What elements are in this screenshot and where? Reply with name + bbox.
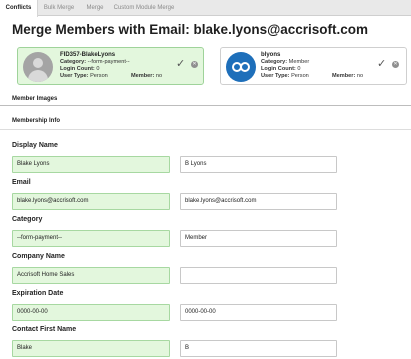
field-label-email: Email <box>12 179 31 186</box>
field-label-category: Category <box>12 216 43 223</box>
member-card-name: blyons <box>261 52 281 58</box>
close-icon[interactable]: ✕ <box>392 61 399 68</box>
expiration-date-left-option[interactable]: 0000-00-00 <box>12 304 170 321</box>
field-label-display-name: Display Name <box>12 142 58 149</box>
accrisoft-logo-icon <box>226 52 256 82</box>
email-right-option[interactable]: blake.lyons@accrisoft.com <box>180 193 337 210</box>
tab-bar: Conflicts Bulk Merge Merge Custom Module… <box>0 0 411 17</box>
person-placeholder-icon <box>23 52 53 82</box>
divider <box>0 105 411 106</box>
field-label-expiration-date: Expiration Date <box>12 290 64 297</box>
category-left-option[interactable]: --form-payment-- <box>12 230 170 247</box>
member-card-login-count: Login Count: 0 <box>60 66 100 72</box>
divider <box>0 129 411 130</box>
member-card-user-type: User Type: Person <box>60 73 108 79</box>
check-icon[interactable]: ✓ <box>377 59 386 70</box>
field-label-contact-first-name: Contact First Name <box>12 326 77 333</box>
contact-first-name-left-option[interactable]: Blake <box>12 340 170 357</box>
member-card-fid357-blakelyons[interactable]: FID357-BlakeLyons Category: --form-payme… <box>17 47 204 85</box>
company-name-right-option[interactable] <box>180 267 337 284</box>
display-name-right-option[interactable]: B Lyons <box>180 156 337 173</box>
close-icon[interactable]: ✕ <box>191 61 198 68</box>
member-card-login-count: Login Count: 0 <box>261 66 301 72</box>
category-right-option[interactable]: Member <box>180 230 337 247</box>
tab-merge[interactable]: Merge <box>80 0 110 16</box>
member-card-name: FID357-BlakeLyons <box>60 52 116 58</box>
member-card-category: Category: Member <box>261 59 310 65</box>
page-title: Merge Members with Email: blake.lyons@ac… <box>12 22 369 37</box>
check-icon[interactable]: ✓ <box>176 59 185 70</box>
field-label-company-name: Company Name <box>12 253 65 260</box>
member-card-member-status: Member: no <box>332 73 364 79</box>
tab-bulk-merge[interactable]: Bulk Merge <box>40 0 78 16</box>
contact-first-name-right-option[interactable]: B <box>180 340 337 357</box>
member-card-blyons[interactable]: blyons Category: Member Login Count: 0 U… <box>220 47 407 85</box>
section-membership-info[interactable]: Membership Info <box>12 118 60 124</box>
tab-custom-module-merge[interactable]: Custom Module Merge <box>112 0 176 16</box>
member-card-user-type: User Type: Person <box>261 73 309 79</box>
company-name-left-option[interactable]: Accrisoft Home Sales <box>12 267 170 284</box>
email-left-option[interactable]: blake.lyons@accrisoft.com <box>12 193 170 210</box>
tab-conflicts[interactable]: Conflicts <box>0 0 38 17</box>
display-name-left-option[interactable]: Blake Lyons <box>12 156 170 173</box>
expiration-date-right-option[interactable]: 0000-00-00 <box>180 304 337 321</box>
member-card-category: Category: --form-payment-- <box>60 59 130 65</box>
section-member-images[interactable]: Member Images <box>12 96 57 102</box>
member-card-member-status: Member: no <box>131 73 163 79</box>
